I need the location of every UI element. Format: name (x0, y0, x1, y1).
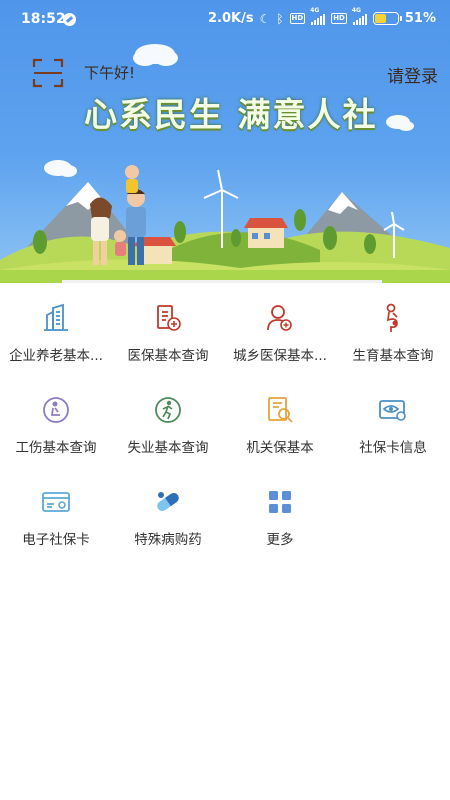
service-label: 生育基本查询 (352, 348, 434, 364)
service-tile-government-insurance[interactable]: 机关保基本 (224, 385, 336, 465)
landscape-illustration (0, 165, 450, 283)
hd-badge-1: HD (289, 13, 306, 24)
service-label: 医保基本查询 (127, 348, 209, 364)
service-label: 机关保基本 (246, 440, 314, 456)
greeting-text: 下午好! (84, 64, 136, 82)
service-label: 企业养老基本... (9, 348, 103, 364)
dnd-icon (63, 13, 76, 26)
service-label: 城乡医保基本... (233, 348, 327, 364)
signal-1: 4G (310, 7, 326, 25)
e-card-icon (42, 492, 70, 512)
hero-banner: 18:52 2.0K/s ☾ ᛒ HD 4G HD 4G 51% 下午好! 请登… (0, 0, 450, 283)
unemployment-icon (155, 397, 181, 423)
pregnancy-icon (386, 303, 398, 332)
document-search-icon (268, 397, 293, 423)
service-tile-e-social-card[interactable]: 电子社保卡 (0, 477, 112, 557)
injury-icon (43, 397, 69, 423)
signal-2: 4G (352, 7, 367, 25)
bluetooth-icon: ᛒ (276, 11, 284, 26)
signal-bars-2-icon (352, 13, 367, 25)
battery-percent: 51% (404, 11, 436, 26)
service-tile-social-card-info[interactable]: 社保卡信息 (337, 385, 449, 465)
service-tile-medical[interactable]: 医保基本查询 (112, 293, 224, 373)
moon-icon: ☾ (259, 11, 271, 26)
login-link[interactable]: 请登录 (387, 62, 438, 87)
battery-icon (372, 12, 402, 25)
service-label: 社保卡信息 (359, 440, 427, 456)
service-label: 特殊病购药 (134, 532, 202, 548)
network-speed: 2.0K/s (207, 11, 254, 26)
scan-icon[interactable] (32, 58, 64, 88)
signal-bars-1-icon (311, 13, 326, 25)
service-tile-pension[interactable]: 企业养老基本... (0, 293, 112, 373)
person-medical-icon (267, 305, 292, 331)
service-label: 电子社保卡 (22, 532, 90, 548)
service-tile-more[interactable]: 更多 (224, 477, 336, 557)
service-tile-unemployment[interactable]: 失业基本查询 (112, 385, 224, 465)
building-icon (44, 303, 68, 331)
service-tile-special-drugs[interactable]: 特殊病购药 (112, 477, 224, 557)
pill-icon (157, 492, 179, 512)
card-eye-icon (379, 400, 406, 421)
hd-badge-2: HD (331, 13, 347, 24)
service-tile-urban-rural-medical[interactable]: 城乡医保基本... (224, 293, 336, 373)
status-right-group: 2.0K/s ☾ ᛒ HD 4G HD 4G 51% (207, 7, 436, 27)
grid-more-icon (269, 491, 291, 513)
service-tile-work-injury[interactable]: 工伤基本查询 (0, 385, 112, 465)
service-label: 失业基本查询 (127, 440, 209, 456)
net-type-1: 4G (310, 6, 320, 14)
service-tile-maternity[interactable]: 生育基本查询 (337, 293, 449, 373)
service-label: 工伤基本查询 (15, 440, 97, 456)
battery-fill (374, 14, 386, 23)
status-time: 18:52 (21, 11, 66, 27)
medical-doc-icon (157, 305, 181, 331)
service-label: 更多 (266, 532, 294, 548)
net-type-2: 4G (351, 6, 361, 14)
